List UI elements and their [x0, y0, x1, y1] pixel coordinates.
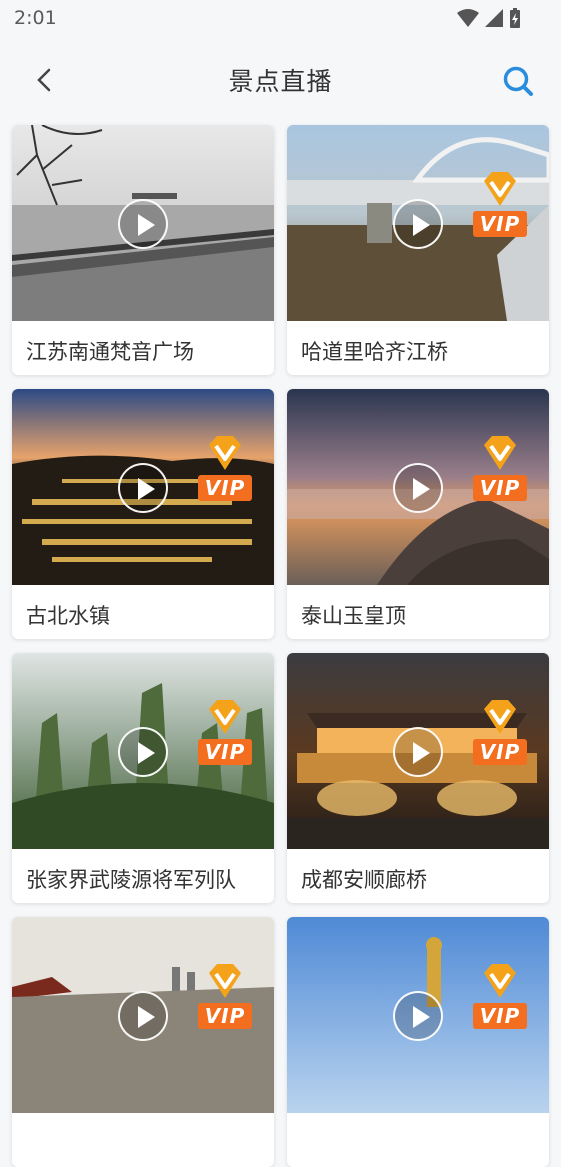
- nav-bar: 景点直播: [0, 50, 561, 110]
- scenic-card[interactable]: 江苏南通梵音广场: [12, 125, 274, 375]
- diamond-icon: [484, 172, 516, 206]
- vip-label: VIP: [473, 211, 527, 237]
- card-title: 张家界武陵源将军列队: [26, 868, 236, 892]
- vip-badge: VIP: [198, 433, 252, 505]
- card-title: 古北水镇: [26, 604, 110, 628]
- vip-badge: VIP: [198, 961, 252, 1033]
- vip-badge: VIP: [473, 961, 527, 1033]
- vip-label: VIP: [473, 739, 527, 765]
- vip-label: VIP: [198, 739, 252, 765]
- scenic-card[interactable]: VIP 成都安顺廊桥: [287, 653, 549, 903]
- card-title: 成都安顺廊桥: [301, 868, 427, 892]
- battery-charging-icon: [510, 8, 520, 28]
- card-title: 泰山玉皇顶: [301, 604, 406, 628]
- vip-label: VIP: [198, 475, 252, 501]
- scenic-card[interactable]: VIP: [12, 917, 274, 1167]
- scenic-card[interactable]: VIP: [287, 917, 549, 1167]
- scenic-card[interactable]: VIP 哈道里哈齐江桥: [287, 125, 549, 375]
- play-icon[interactable]: [118, 199, 168, 249]
- vip-badge: VIP: [473, 169, 527, 241]
- vip-label: VIP: [473, 475, 527, 501]
- diamond-icon: [484, 436, 516, 470]
- vip-badge: VIP: [473, 433, 527, 505]
- card-title: 哈道里哈齐江桥: [301, 340, 448, 364]
- page-title: 景点直播: [228, 67, 333, 96]
- vip-badge: VIP: [198, 697, 252, 769]
- play-icon[interactable]: [118, 727, 168, 777]
- diamond-icon: [484, 700, 516, 734]
- vip-badge: VIP: [473, 697, 527, 769]
- search-button[interactable]: [501, 64, 535, 98]
- scenic-card[interactable]: VIP 古北水镇: [12, 389, 274, 639]
- scenic-card[interactable]: VIP 张家界武陵源将军列队: [12, 653, 274, 903]
- wifi-icon: [457, 9, 479, 27]
- vip-label: VIP: [198, 1003, 252, 1029]
- status-time: 2:01: [14, 7, 57, 29]
- play-icon[interactable]: [393, 463, 443, 513]
- status-bar: 2:01: [0, 0, 561, 38]
- cellular-signal-icon: [485, 9, 503, 27]
- play-icon[interactable]: [393, 199, 443, 249]
- status-icons: [457, 8, 521, 28]
- vip-label: VIP: [473, 1003, 527, 1029]
- play-icon[interactable]: [118, 463, 168, 513]
- card-title: 江苏南通梵音广场: [26, 340, 194, 364]
- scenic-card[interactable]: VIP 泰山玉皇顶: [287, 389, 549, 639]
- search-icon: [503, 66, 533, 96]
- diamond-icon: [209, 436, 241, 470]
- play-icon[interactable]: [393, 727, 443, 777]
- diamond-icon: [209, 700, 241, 734]
- diamond-icon: [209, 964, 241, 998]
- diamond-icon: [484, 964, 516, 998]
